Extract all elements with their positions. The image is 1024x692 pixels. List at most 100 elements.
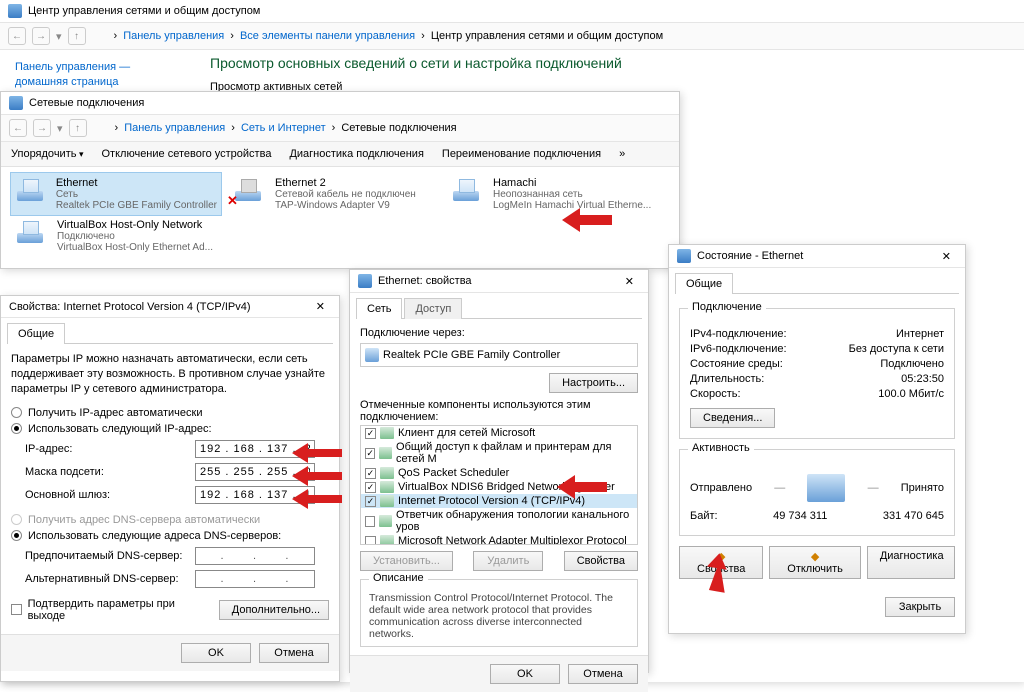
ip-input[interactable] xyxy=(195,440,315,458)
tab-general[interactable]: Общие xyxy=(7,323,65,344)
description-box: Описание Transmission Control Protocol/I… xyxy=(360,579,638,647)
protocol-icon xyxy=(380,427,394,439)
close-button[interactable]: Закрыть xyxy=(885,597,955,617)
mask-input[interactable] xyxy=(195,463,315,481)
checkbox-icon[interactable] xyxy=(365,496,376,507)
close-icon[interactable]: ✕ xyxy=(310,300,331,313)
protocol-icon xyxy=(380,467,394,479)
ip-label: IP-адрес: xyxy=(25,443,195,455)
remove-button[interactable]: Удалить xyxy=(473,551,543,571)
conn-ethernet[interactable]: Ethernet Сеть Realtek PCIe GBE Family Co… xyxy=(11,173,221,215)
bc-2[interactable]: Все элементы панели управления xyxy=(240,30,415,42)
toolbar-more[interactable]: » xyxy=(619,148,625,160)
network-adapter-icon xyxy=(233,177,267,205)
components-list[interactable]: Клиент для сетей MicrosoftОбщий доступ к… xyxy=(360,425,638,545)
network-adapter-icon xyxy=(451,177,485,205)
conn-hamachi[interactable]: Hamachi Неопознанная сеть LogMeIn Hamach… xyxy=(447,173,657,215)
protocol-icon xyxy=(380,481,394,493)
nav-up[interactable]: ↑ xyxy=(68,27,86,45)
bc-1[interactable]: Панель управления xyxy=(123,30,224,42)
components-label: Отмеченные компоненты используются этим … xyxy=(360,399,638,423)
component-props-button[interactable]: Свойства xyxy=(564,551,638,571)
conn-list: Ethernet Сеть Realtek PCIe GBE Family Co… xyxy=(1,167,679,257)
checkbox-icon[interactable] xyxy=(365,448,375,459)
protocol-icon xyxy=(380,495,394,507)
props-window-icon xyxy=(358,274,372,288)
component-item[interactable]: Ответчик обнаружения топологии канальног… xyxy=(361,508,637,534)
dns1-label: Предпочитаемый DNS-сервер: xyxy=(25,550,195,562)
manual-ip-radio[interactable]: Использовать следующий IP-адрес: xyxy=(11,423,329,435)
checkbox-icon[interactable] xyxy=(365,468,376,479)
conn-bc-1[interactable]: Панель управления xyxy=(124,122,225,134)
disconnect-button[interactable]: ◆ Отключить xyxy=(769,546,860,579)
checkbox-icon[interactable] xyxy=(365,428,376,439)
bytes-sent: 49 734 311 xyxy=(718,510,883,522)
component-item[interactable]: Общий доступ к файлам и принтерам для се… xyxy=(361,440,637,466)
nsc-heading: Просмотр основных сведений о сети и наст… xyxy=(210,55,622,71)
ipv4-intro: Параметры IP можно назначать автоматичес… xyxy=(11,352,329,397)
ok-button[interactable]: OK xyxy=(490,664,560,684)
checkbox-icon[interactable] xyxy=(365,516,375,527)
cancel-button[interactable]: Отмена xyxy=(259,643,329,663)
props-titlebar: Ethernet: свойства ✕ xyxy=(350,270,648,293)
checkbox-icon xyxy=(11,604,22,615)
auto-ip-radio[interactable]: Получить IP-адрес автоматически xyxy=(11,407,329,419)
manual-dns-radio[interactable]: Использовать следующие адреса DNS-сервер… xyxy=(11,530,329,542)
breadcrumb-icon xyxy=(92,28,108,44)
connection-group: Подключение IPv4-подключение:Интернет IP… xyxy=(679,308,955,439)
dns1-input[interactable] xyxy=(195,547,315,565)
details-button[interactable]: Сведения... xyxy=(690,408,775,428)
component-item[interactable]: Клиент для сетей Microsoft xyxy=(361,426,637,440)
conn-bc-3: Сетевые подключения xyxy=(341,122,456,134)
conn-breadcrumb: ← → ▾ ↑ › Панель управления › Сеть и Инт… xyxy=(1,115,679,142)
conn-nav-up[interactable]: ↑ xyxy=(69,119,87,137)
close-icon[interactable]: ✕ xyxy=(936,250,957,263)
component-item[interactable]: Internet Protocol Version 4 (TCP/IPv4) xyxy=(361,494,637,508)
dns2-input[interactable] xyxy=(195,570,315,588)
validate-checkbox[interactable]: Подтвердить параметры при выходе Дополни… xyxy=(11,598,329,622)
tab-general[interactable]: Общие xyxy=(675,273,733,294)
conn-virtualbox[interactable]: VirtualBox Host-Only Network Подключено … xyxy=(11,215,221,257)
diag-connection[interactable]: Диагностика подключения xyxy=(289,148,423,160)
nsc-title: Центр управления сетями и общим доступом xyxy=(28,5,260,17)
component-item[interactable]: VirtualBox NDIS6 Bridged Networking Driv… xyxy=(361,480,637,494)
conn-nav-back[interactable]: ← xyxy=(9,119,27,137)
advanced-button[interactable]: Дополнительно... xyxy=(219,600,329,620)
conn-ethernet2[interactable]: ✕ Ethernet 2 Сетевой кабель не подключен… xyxy=(229,173,439,215)
close-icon[interactable]: ✕ xyxy=(619,275,640,288)
organize-menu[interactable]: Упорядочить xyxy=(11,148,84,160)
radio-icon xyxy=(11,423,22,434)
status-title: Состояние - Ethernet xyxy=(697,250,803,262)
configure-button[interactable]: Настроить... xyxy=(549,373,638,393)
checkbox-icon[interactable] xyxy=(365,536,376,546)
conn-bc-2[interactable]: Сеть и Интернет xyxy=(241,122,326,134)
cancel-button[interactable]: Отмена xyxy=(568,664,638,684)
tab-network[interactable]: Сеть xyxy=(356,298,402,319)
nav-back[interactable]: ← xyxy=(8,27,26,45)
ok-button[interactable]: OK xyxy=(181,643,251,663)
component-item[interactable]: Microsoft Network Adapter Multiplexor Pr… xyxy=(361,534,637,545)
adapter-icon xyxy=(365,348,379,362)
adapter-name: Realtek PCIe GBE Family Controller xyxy=(383,349,560,361)
diagnose-button[interactable]: Диагностика xyxy=(867,546,955,579)
checkbox-icon[interactable] xyxy=(365,482,376,493)
conn-window-icon xyxy=(9,96,23,110)
disable-device[interactable]: Отключение сетевого устройства xyxy=(102,148,272,160)
conn-title: Сетевые подключения xyxy=(29,97,144,109)
gw-input[interactable] xyxy=(195,486,315,504)
properties-button[interactable]: ◆ Свойства xyxy=(679,546,763,579)
install-button[interactable]: Установить... xyxy=(360,551,453,571)
nsc-titlebar: Центр управления сетями и общим доступом xyxy=(0,0,1024,23)
conn-nav-fwd[interactable]: → xyxy=(33,119,51,137)
tab-access[interactable]: Доступ xyxy=(404,298,462,319)
nav-fwd[interactable]: → xyxy=(32,27,50,45)
connect-via-label: Подключение через: xyxy=(360,327,638,339)
network-adapter-icon xyxy=(15,177,48,205)
sidebar-home[interactable]: Панель управления — домашняя страница xyxy=(15,60,185,90)
bytes-recv: 331 470 645 xyxy=(883,510,944,522)
rename-connection[interactable]: Переименование подключения xyxy=(442,148,601,160)
component-item[interactable]: QoS Packet Scheduler xyxy=(361,466,637,480)
gw-label: Основной шлюз: xyxy=(25,489,195,501)
radio-icon xyxy=(11,514,22,525)
ipv4-titlebar: Свойства: Internet Protocol Version 4 (T… xyxy=(1,296,339,318)
